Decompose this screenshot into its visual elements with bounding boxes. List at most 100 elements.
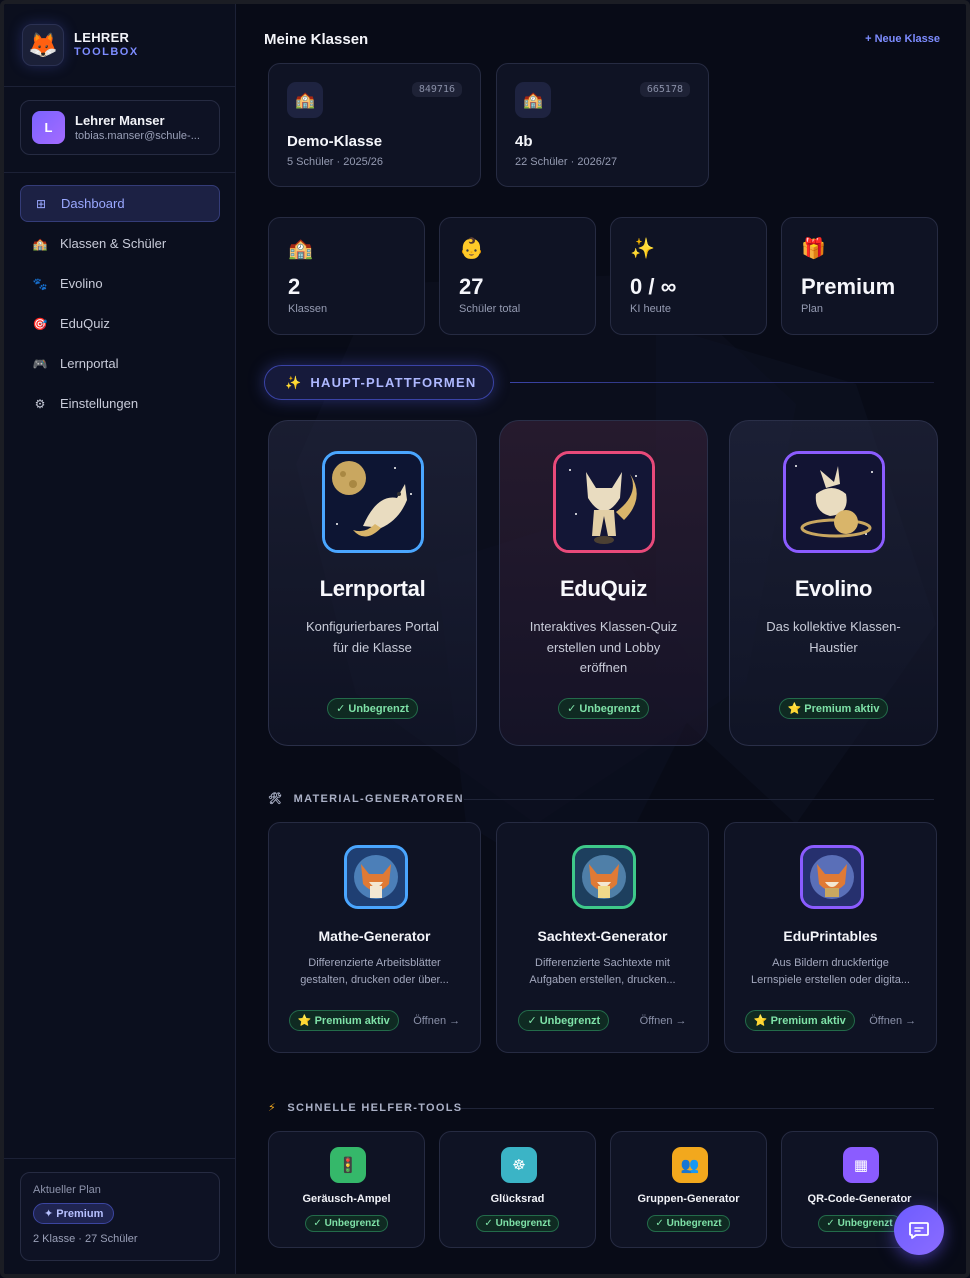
sidebar-item-label: Dashboard: [61, 196, 125, 211]
chat-button[interactable]: [894, 1205, 944, 1255]
status-badge: ✓ Unbegrenzt: [305, 1215, 388, 1232]
school-icon: 🏫: [515, 82, 551, 118]
sidebar-item-lernportal[interactable]: 🎮 Lernportal: [20, 345, 220, 382]
chat-icon: [909, 1222, 929, 1239]
generator-card-mathe[interactable]: Mathe-Generator Differenzierte Arbeitsbl…: [268, 822, 481, 1053]
plan-badge[interactable]: ✦ Premium: [33, 1203, 115, 1224]
sidebar-item-label: EduQuiz: [60, 316, 110, 331]
generator-description: Differenzierte Sachtexte mit Aufgaben er…: [529, 957, 676, 986]
plan-meta: 2 Klasse · 27 Schüler: [33, 1233, 138, 1245]
class-card[interactable]: 🏫 665178 4b 22 Schüler · 2026/27: [496, 63, 709, 187]
section-heading-tools: ⚡ SCHNELLE HELFER-TOOLS: [268, 1101, 462, 1114]
traffic-light-icon: 🚦: [330, 1147, 366, 1183]
platform-description: Das kollektive Klassen-Haustier: [766, 619, 901, 655]
sidebar-item-einstellungen[interactable]: ⚙ Einstellungen: [20, 385, 220, 422]
class-card[interactable]: 🏫 849716 Demo-Klasse 5 Schüler · 2025/26: [268, 63, 481, 187]
qr-code-icon: ▦: [843, 1147, 879, 1183]
open-link[interactable]: Öffnen →: [640, 1015, 687, 1027]
brand[interactable]: 🦊 LEHRER TOOLBOX: [22, 24, 139, 66]
status-badge: ✓ Unbegrenzt: [558, 698, 649, 719]
school-icon: 🏫: [32, 236, 48, 251]
stat-card-plan: 🎁 Premium Plan: [781, 217, 938, 335]
divider: [464, 799, 934, 800]
plan-label: Aktueller Plan: [33, 1184, 101, 1196]
platform-card-eduquiz[interactable]: EduQuiz Interaktives Klassen-Quiz erstel…: [499, 420, 708, 746]
sidebar-item-klassen[interactable]: 🏫 Klassen & Schüler: [20, 225, 220, 262]
sidebar-item-label: Evolino: [60, 276, 103, 291]
status-badge: ✓ Unbegrenzt: [476, 1215, 559, 1232]
class-code: 665178: [639, 82, 690, 97]
sidebar-item-label: Einstellungen: [60, 396, 139, 411]
platform-description: Interaktives Klassen-Quiz erstellen und …: [529, 619, 678, 675]
stat-card-schueler: 👶 27 Schüler total: [439, 217, 596, 335]
sidebar-item-dashboard[interactable]: ⊞ Dashboard: [20, 185, 220, 222]
wheel-icon: ☸: [501, 1147, 537, 1183]
gear-icon: ⚙: [34, 396, 46, 411]
generator-card-sachtext[interactable]: Sachtext-Generator Differenzierte Sachte…: [496, 822, 709, 1053]
grid-icon: ⊞: [35, 196, 47, 211]
generator-title: EduPrintables: [783, 928, 878, 944]
paw-icon: 🐾: [32, 276, 48, 291]
school-icon: 🏫: [287, 82, 323, 118]
sidebar-nav: ⊞ Dashboard 🏫 Klassen & Schüler 🐾 Evolin…: [20, 185, 220, 425]
stat-label: Plan: [801, 303, 824, 315]
avatar: L: [32, 111, 65, 144]
tool-card-gluecksrad[interactable]: ☸ Glücksrad ✓ Unbegrenzt: [439, 1131, 596, 1248]
tool-card-gruppen-generator[interactable]: 👥 Gruppen-Generator ✓ Unbegrenzt: [610, 1131, 767, 1248]
fox-document-icon: [800, 845, 864, 909]
target-icon: 🎯: [32, 316, 48, 331]
divider: [510, 382, 934, 383]
tool-card-geraeusch-ampel[interactable]: 🚦 Geräusch-Ampel ✓ Unbegrenzt: [268, 1131, 425, 1248]
user-email: tobias.manser@schule-...: [75, 130, 200, 142]
sidebar: 🦊 LEHRER TOOLBOX L Lehrer Manser tobias.…: [4, 4, 236, 1274]
sidebar-item-evolino[interactable]: 🐾 Evolino: [20, 265, 220, 302]
school-icon: 🏫: [288, 238, 313, 260]
open-link[interactable]: Öffnen →: [869, 1015, 916, 1027]
generator-title: Mathe-Generator: [318, 928, 431, 944]
section-heading-label: SCHNELLE HELFER-TOOLS: [287, 1102, 463, 1114]
page-title: Meine Klassen: [264, 31, 369, 48]
stat-label: KI heute: [630, 303, 671, 315]
new-class-link[interactable]: + Neue Klasse: [865, 33, 940, 45]
divider: [4, 1158, 236, 1159]
stat-label: Klassen: [288, 303, 328, 315]
divider: [461, 1108, 934, 1109]
sparkles-icon: ✨: [285, 374, 303, 390]
sidebar-item-eduquiz[interactable]: 🎯 EduQuiz: [20, 305, 220, 342]
stat-label: Schüler total: [459, 303, 521, 315]
user-name: Lehrer Manser: [75, 113, 165, 128]
current-plan-box: Aktueller Plan ✦ Premium 2 Klasse · 27 S…: [20, 1172, 220, 1261]
section-heading-label: HAUPT-PLATTFORMEN: [310, 375, 477, 390]
fox-document-icon: [572, 845, 636, 909]
platform-title: Lernportal: [319, 576, 426, 601]
generator-title: Sachtext-Generator: [537, 928, 668, 944]
generator-description: Differenzierte Arbeitsblätter gestalten,…: [300, 957, 449, 986]
generator-card-eduprintables[interactable]: EduPrintables Aus Bildern druckfertige L…: [724, 822, 937, 1053]
status-badge: ⭐ Premium aktiv: [744, 1010, 855, 1031]
platform-card-evolino[interactable]: Evolino Das kollektive Klassen-Haustier …: [729, 420, 938, 746]
section-heading-label: MATERIAL-GENERATOREN: [293, 793, 464, 805]
stat-value: 27: [459, 274, 484, 299]
tool-title: Glücksrad: [490, 1193, 545, 1205]
fox-logo-icon: 🦊: [22, 24, 64, 66]
divider: [4, 172, 236, 173]
generator-description: Aus Bildern druckfertige Lernspiele erst…: [751, 957, 910, 986]
open-link[interactable]: Öffnen →: [413, 1015, 460, 1027]
platform-description: Konfigurierbares Portal für die Klasse: [306, 619, 439, 655]
tools-icon: 🛠: [268, 793, 284, 805]
gift-icon: 🎁: [801, 238, 826, 260]
sidebar-item-label: Lernportal: [60, 356, 119, 371]
user-card[interactable]: L Lehrer Manser tobias.manser@schule-...: [20, 100, 220, 155]
gamepad-icon: 🎮: [32, 356, 48, 371]
brand-line-2: TOOLBOX: [74, 46, 139, 58]
status-badge: ✓ Unbegrenzt: [327, 698, 418, 719]
platform-title: EduQuiz: [559, 576, 648, 601]
class-meta: 5 Schüler · 2025/26: [287, 156, 384, 168]
tool-title: QR-Code-Generator: [807, 1193, 912, 1205]
stat-card-klassen: 🏫 2 Klassen: [268, 217, 425, 335]
section-heading-generators: 🛠 MATERIAL-GENERATOREN: [268, 792, 464, 805]
app-window: 🦊 LEHRER TOOLBOX L Lehrer Manser tobias.…: [0, 0, 970, 1278]
brand-line-1: LEHRER: [74, 30, 130, 45]
status-badge: ⭐ Premium aktiv: [778, 698, 889, 719]
platform-card-lernportal[interactable]: Lernportal Konfigurierbares Portal für d…: [268, 420, 477, 746]
